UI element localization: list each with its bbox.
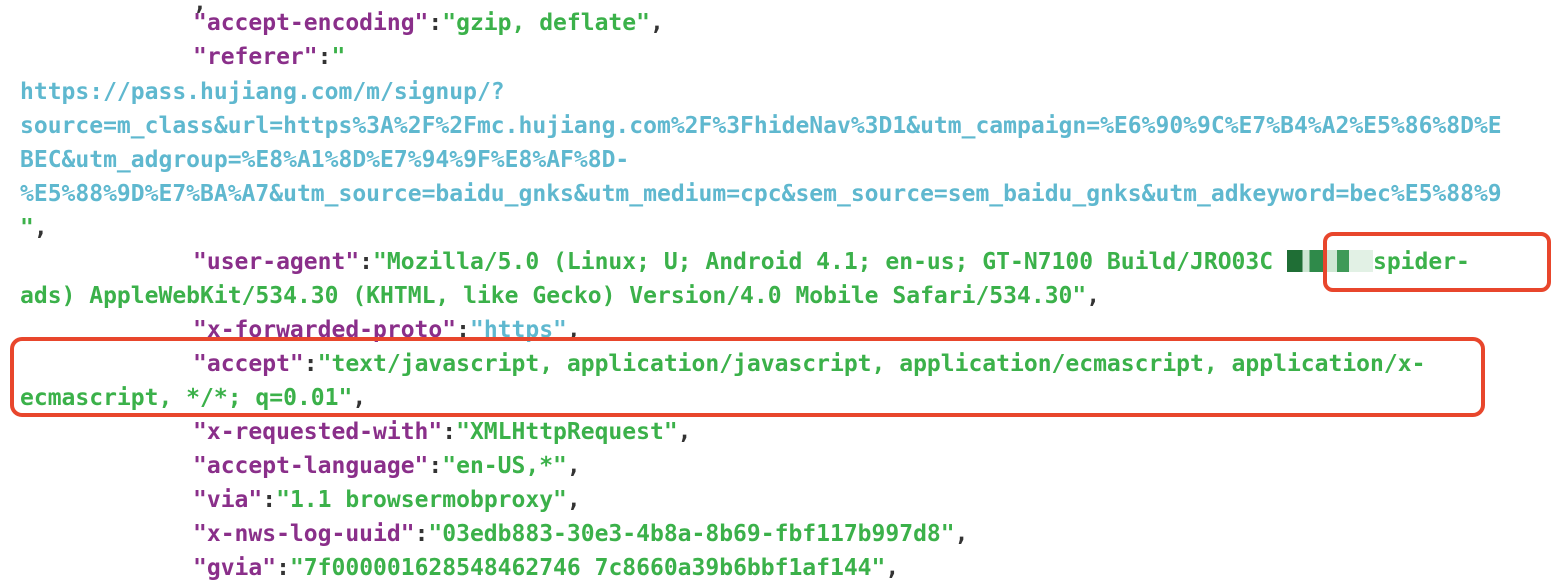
json-code-view: , "accept-encoding":"gzip, deflate", "re… xyxy=(0,0,1554,581)
code-line-referer: "referer":" xyxy=(193,44,346,70)
code-line-url-close: ", xyxy=(20,215,48,241)
json-value: " xyxy=(331,44,346,70)
code-line-x-nws-log-uuid: "x-nws-log-uuid":"03edb883-30e3-4b8a-8b6… xyxy=(193,521,969,547)
code-line-accept-encoding: "accept-encoding":"gzip, deflate", xyxy=(193,10,664,36)
code-line-x-requested-with: "x-requested-with":"XMLHttpRequest", xyxy=(193,419,692,445)
code-line-accept-language: "accept-language":"en-US,*", xyxy=(193,453,581,479)
code-line-url-4: %E5%88%9D%E7%BA%A7&utm_source=baidu_gnks… xyxy=(20,181,1502,207)
code-line-user-agent-cont: ads) AppleWebKit/534.30 (KHTML, like Gec… xyxy=(20,283,1101,309)
json-key: "accept-language" xyxy=(193,453,429,479)
json-key: "gvia" xyxy=(193,555,277,581)
json-key: "x-nws-log-uuid" xyxy=(193,521,415,547)
json-key: "user-agent" xyxy=(193,249,360,275)
json-value: "gzip, deflate" xyxy=(442,10,650,36)
code-line-url-1: https://pass.hujiang.com/m/signup/? xyxy=(20,79,505,105)
code-line-via: "via":"1.1 browsermobproxy", xyxy=(193,487,581,513)
code-line-url-2: source=m_class&url=https%3A%2F%2Fmc.huji… xyxy=(20,113,1502,139)
json-key: "accept-encoding" xyxy=(193,10,429,36)
code-line-url-3: BEC&utm_adgroup=%E8%A1%8D%E7%94%9F%E8%AF… xyxy=(20,147,630,173)
code-line-gvia: "gvia":"7f000001628548462746 7c8660a39b6… xyxy=(193,555,900,581)
user-agent-highlight-box xyxy=(1323,232,1551,292)
json-key: "x-requested-with" xyxy=(193,419,443,445)
code-line-user-agent: "user-agent":"Mozilla/5.0 (Linux; U; And… xyxy=(193,249,1470,275)
json-key: "referer" xyxy=(193,44,318,70)
accept-highlight-box xyxy=(10,337,1485,417)
json-key: "via" xyxy=(193,487,263,513)
